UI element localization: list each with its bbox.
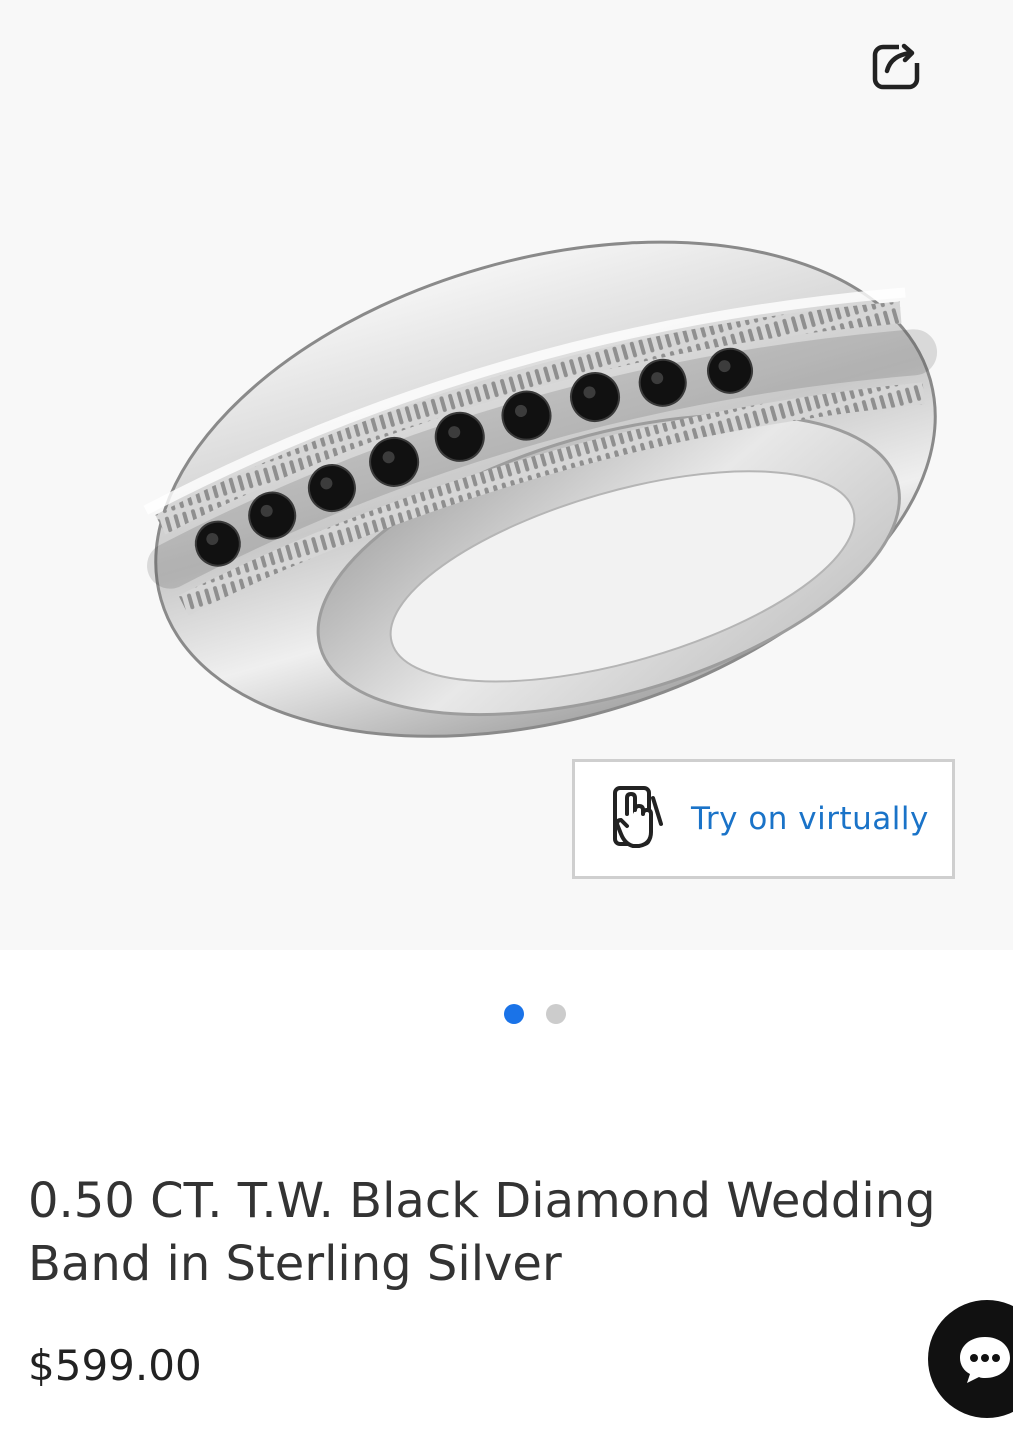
product-price: $599.00 — [28, 1341, 202, 1390]
try-on-virtually-button[interactable]: Try on virtually — [572, 759, 955, 879]
gallery-pagination — [0, 1004, 1013, 1026]
ring-product-image — [143, 240, 938, 738]
chat-bubble-icon — [960, 1337, 1010, 1383]
product-title: 0.50 CT. T.W. Black Diamond Wedding Band… — [28, 1173, 936, 1292]
try-on-label: Try on virtually — [691, 801, 929, 837]
share-icon — [872, 41, 923, 90]
phone-touch-icon — [613, 786, 663, 848]
chat-button[interactable] — [928, 1300, 1013, 1418]
product-image-gallery[interactable]: Try on virtually — [0, 0, 1013, 950]
pagination-dot[interactable] — [546, 1004, 566, 1024]
share-button[interactable] — [866, 34, 928, 96]
pagination-dot-active[interactable] — [504, 1004, 524, 1024]
